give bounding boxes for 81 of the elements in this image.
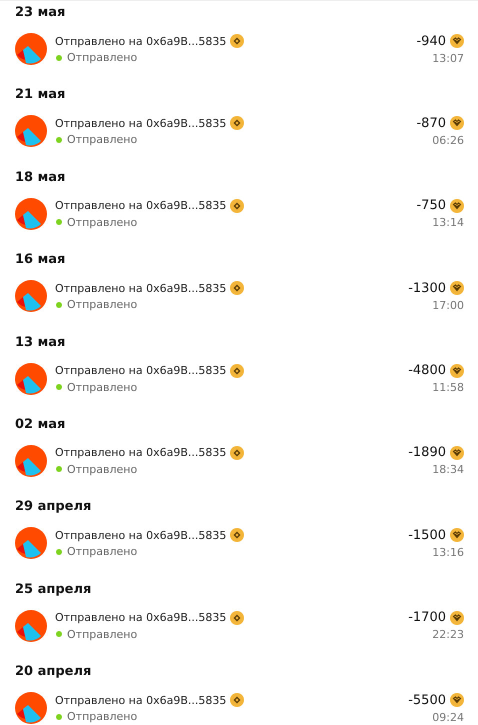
- token-logo-icon: [15, 198, 47, 230]
- transaction-title: Отправлено на 0x6a9B...5835: [55, 694, 226, 707]
- coin-icon: [230, 610, 244, 625]
- coin-icon: [230, 116, 244, 130]
- coin-icon: [450, 528, 464, 542]
- transaction-time: 06:26: [432, 134, 464, 147]
- date-heading: 25 апреля: [14, 580, 92, 599]
- date-heading: 29 апреля: [14, 498, 92, 516]
- token-logo-icon: [15, 115, 47, 148]
- date-heading: 02 мая: [14, 416, 66, 434]
- status-dot-icon: [56, 466, 62, 472]
- status-label: Отправлено: [67, 380, 138, 394]
- coin-icon: [230, 34, 244, 48]
- amount: -870: [416, 116, 446, 131]
- coin-icon: [230, 693, 244, 708]
- coin-icon: [230, 528, 244, 542]
- token-logo-icon: [15, 444, 47, 477]
- transaction-title: Отправлено на 0x6a9B...5835: [55, 282, 226, 295]
- coin-icon: [450, 34, 464, 48]
- date-heading: 13 мая: [14, 334, 66, 352]
- status-label: Отправлено: [67, 462, 138, 476]
- transaction-title: Отправлено на 0x6a9B...5835: [55, 528, 226, 542]
- coin-icon: [450, 446, 464, 460]
- token-logo-icon: [15, 692, 47, 724]
- amount: -1890: [408, 445, 446, 460]
- status-dot-icon: [56, 54, 62, 60]
- transaction-time: 13:16: [432, 546, 464, 559]
- status-dot-icon: [56, 384, 62, 390]
- transaction-title: Отправлено на 0x6a9B...5835: [55, 611, 226, 624]
- status-dot-icon: [56, 631, 62, 638]
- transaction-time: 11:58: [432, 381, 464, 394]
- date-heading: 23 мая: [14, 4, 66, 22]
- transaction-time: 17:00: [432, 298, 464, 312]
- status-label: Отправлено: [67, 51, 138, 64]
- coin-icon: [230, 198, 244, 213]
- transaction-time: 13:14: [432, 216, 464, 230]
- token-logo-icon: [15, 280, 47, 312]
- status-dot-icon: [56, 302, 62, 308]
- transaction-title: Отправлено на 0x6a9B...5835: [55, 446, 226, 460]
- status-dot-icon: [56, 219, 62, 226]
- coin-icon: [230, 364, 244, 378]
- status-label: Отправлено: [67, 710, 138, 724]
- date-heading: 18 мая: [14, 168, 66, 187]
- date-heading: 21 мая: [14, 86, 66, 104]
- status-label: Отправлено: [67, 628, 138, 641]
- transaction-time: 13:07: [432, 52, 464, 64]
- transaction-title: Отправлено на 0x6a9B...5835: [55, 199, 226, 212]
- amount: -1700: [408, 610, 446, 626]
- token-logo-icon: [15, 527, 47, 560]
- amount: -5500: [408, 692, 446, 708]
- amount: -4800: [408, 363, 446, 378]
- coin-icon: [450, 610, 464, 625]
- token-logo-icon: [15, 33, 47, 65]
- amount: -1300: [408, 280, 446, 296]
- status-label: Отправлено: [67, 216, 138, 229]
- amount: -1500: [408, 528, 446, 543]
- status-dot-icon: [56, 136, 62, 143]
- status-dot-icon: [56, 548, 62, 555]
- transaction-title: Отправлено на 0x6a9B...5835: [55, 364, 226, 378]
- amount: -940: [416, 34, 446, 48]
- transaction-title: Отправлено на 0x6a9B...5835: [55, 116, 226, 130]
- status-label: Отправлено: [67, 545, 138, 558]
- status-label: Отправлено: [67, 298, 138, 312]
- coin-icon: [230, 281, 244, 296]
- token-logo-icon: [15, 610, 47, 642]
- transaction-time: 22:23: [432, 628, 464, 642]
- coin-icon: [450, 116, 464, 130]
- date-heading: 16 мая: [14, 251, 66, 270]
- coin-icon: [450, 281, 464, 296]
- status-label: Отправлено: [67, 133, 138, 146]
- coin-icon: [450, 198, 464, 213]
- date-heading: 20 апреля: [14, 663, 92, 682]
- transaction-title: Отправлено на 0x6a9B...5835: [55, 34, 226, 48]
- status-dot-icon: [56, 714, 62, 720]
- coin-icon: [450, 693, 464, 708]
- coin-icon: [450, 364, 464, 378]
- amount: -750: [416, 198, 446, 214]
- token-logo-icon: [15, 362, 47, 395]
- coin-icon: [230, 446, 244, 460]
- transaction-time: 09:24: [432, 710, 464, 724]
- transaction-time: 18:34: [432, 463, 464, 476]
